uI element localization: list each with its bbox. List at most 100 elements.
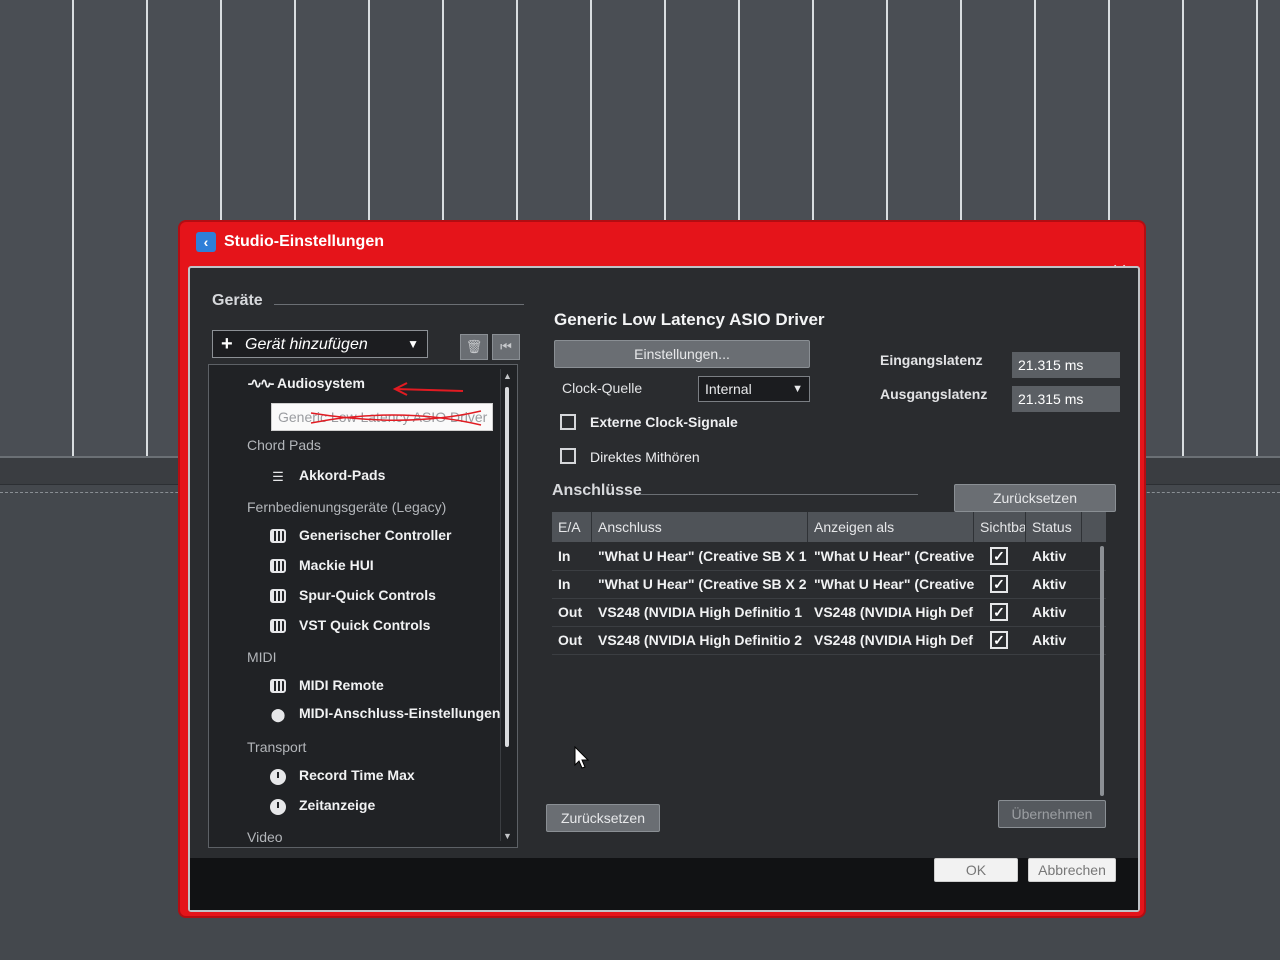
cell-display-as[interactable]: VS248 (NVIDIA High Defi [808,598,974,626]
cell-status: Aktiv [1032,632,1067,648]
scroll-up-icon[interactable]: ▲ [503,371,512,381]
tree-scrollbar[interactable]: ▲ ▼ [500,369,513,841]
category-remote-devices: Fernbedienungsgeräte (Legacy) [247,499,447,515]
category-chord-pads: Chord Pads [247,437,321,453]
annotation-arrow [392,382,464,396]
table-row[interactable]: Out VS248 (NVIDIA High Definitio 1 VS248… [552,598,1106,627]
category-video: Video [247,829,283,845]
external-clock-checkbox[interactable] [560,414,576,430]
output-latency-label: Ausgangslatenz [880,386,988,402]
clock-icon [269,799,287,815]
visible-checkbox[interactable]: ✓ [990,603,1008,621]
cell-port: VS248 (NVIDIA High Definitio 1 [598,604,803,620]
chevron-down-icon: ▼ [407,337,419,351]
clock-source-label: Clock-Quelle [562,380,643,396]
apply-button[interactable]: Übernehmen [998,800,1106,828]
cell-io: In [558,548,571,564]
studio-settings-dialog: ‹ Studio-Einstellungen ✕ Geräte + Gerät … [180,222,1144,916]
cell-display-as[interactable]: "What U Hear" (Creative S [808,570,974,598]
tree-item-mackie-hui[interactable]: Mackie HUI [299,557,374,573]
chevron-down-icon: ▼ [792,383,803,395]
reset-button[interactable]: Zurücksetzen [546,804,660,832]
cell-status: Aktiv [1032,604,1067,620]
tree-item-audiosystem[interactable]: Audiosystem [277,375,365,391]
cell-port: VS248 (NVIDIA High Definitio 2 [598,632,803,648]
delete-device-button[interactable]: 🗑 [460,334,488,360]
waveform-icon: -∿∿- [247,375,275,391]
scroll-down-icon[interactable]: ▼ [503,831,512,841]
piano-icon [269,619,287,635]
piano-icon [269,559,287,575]
ports-section-label: Anschlüsse [552,482,642,499]
input-latency-label: Eingangslatenz [880,352,983,368]
column-header-port[interactable]: Anschluss [592,512,808,542]
output-latency-value: 21.315 ms [1012,386,1120,412]
column-header-status[interactable]: Status [1026,512,1082,542]
table-row[interactable]: Out VS248 (NVIDIA High Definitio 2 VS248… [552,626,1106,655]
category-midi: MIDI [247,649,277,665]
table-scrollbar[interactable] [1100,546,1104,796]
tree-item-time-display[interactable]: Zeitanzeige [299,797,375,813]
external-clock-label: Externe Clock-Signale [590,414,738,430]
devices-divider [274,304,524,305]
column-header-display-as[interactable]: Anzeigen als [808,512,974,542]
cell-display-as[interactable]: VS248 (NVIDIA High Defi [808,626,974,654]
cell-port: "What U Hear" (Creative SB X 1 [598,548,807,564]
piano-icon [269,679,287,695]
piano-icon [269,529,287,545]
cell-status: Aktiv [1032,548,1067,564]
table-row[interactable]: In "What U Hear" (Creative SB X 2 "What … [552,570,1106,599]
cell-port: "What U Hear" (Creative SB X 2 [598,576,807,592]
clock-source-value: Internal [705,381,752,397]
column-header-io[interactable]: E/A [552,512,592,542]
ports-divider [640,494,918,495]
visible-checkbox[interactable]: ✓ [990,547,1008,565]
visible-checkbox[interactable]: ✓ [990,575,1008,593]
tree-item-record-time-max[interactable]: Record Time Max [299,767,415,783]
clock-icon [269,769,287,785]
midi-port-icon: ⬤ [270,707,286,722]
table-header: E/A Anschluss Anzeigen als Sichtbar Stat… [552,512,1106,542]
cell-io: Out [558,632,583,648]
direct-monitoring-checkbox[interactable] [560,448,576,464]
add-device-dropdown[interactable]: + Gerät hinzufügen ▼ [212,330,428,358]
cancel-button[interactable]: Abbrechen [1028,858,1116,882]
tree-item-midi-port-settings[interactable]: MIDI-Anschluss-Einstellungen [299,705,500,721]
mouse-cursor-icon [574,746,590,769]
piano-icon [269,589,287,605]
cell-io: In [558,576,571,592]
devices-section-label: Geräte [212,292,263,309]
table-row[interactable]: In "What U Hear" (Creative SB X 1 "What … [552,542,1106,571]
clock-source-select[interactable]: Internal ▼ [698,376,810,402]
add-device-label: Gerät hinzufügen [245,336,368,353]
category-transport: Transport [247,739,307,755]
ports-reset-button[interactable]: Zurücksetzen [954,484,1116,512]
direct-monitoring-label: Direktes Mithören [590,449,700,465]
app-logo-icon: ‹ [196,232,216,252]
reset-device-button[interactable]: ⏮ [492,334,520,360]
ok-button[interactable]: OK [934,858,1018,882]
dialog-title: Studio-Einstellungen [224,233,384,250]
ports-table: E/A Anschluss Anzeigen als Sichtbar Stat… [552,512,1106,798]
dialog-titlebar[interactable]: ‹ Studio-Einstellungen [180,222,1144,262]
visible-checkbox[interactable]: ✓ [990,631,1008,649]
dialog-footer: OK Abbrechen [190,858,1138,910]
tree-item-vst-quick-controls[interactable]: VST Quick Controls [299,617,430,633]
driver-title: Generic Low Latency ASIO Driver [554,310,825,329]
plus-icon: + [221,333,233,355]
device-tree[interactable]: -∿∿- Audiosystem Generic Low Latency ASI… [208,364,518,848]
tree-item-generic-controller[interactable]: Generischer Controller [299,527,452,543]
chord-pads-icon: ☰ [272,469,284,484]
input-latency-value: 21.315 ms [1012,352,1120,378]
tree-item-track-quick-controls[interactable]: Spur-Quick Controls [299,587,436,603]
dialog-content: Geräte + Gerät hinzufügen ▼ 🗑 ⏮ -∿∿- Aud… [188,266,1140,912]
tree-item-asio-driver[interactable]: Generic Low Latency ASIO Driver [271,403,493,431]
driver-settings-button[interactable]: Einstellungen... [554,340,810,368]
scrollbar-thumb[interactable] [505,387,509,747]
cell-status: Aktiv [1032,576,1067,592]
cell-display-as[interactable]: "What U Hear" (Creative S [808,542,974,570]
column-header-visible[interactable]: Sichtbar [974,512,1026,542]
cell-io: Out [558,604,583,620]
tree-item-midi-remote[interactable]: MIDI Remote [299,677,384,693]
tree-item-chord-pads[interactable]: Akkord-Pads [299,467,385,483]
